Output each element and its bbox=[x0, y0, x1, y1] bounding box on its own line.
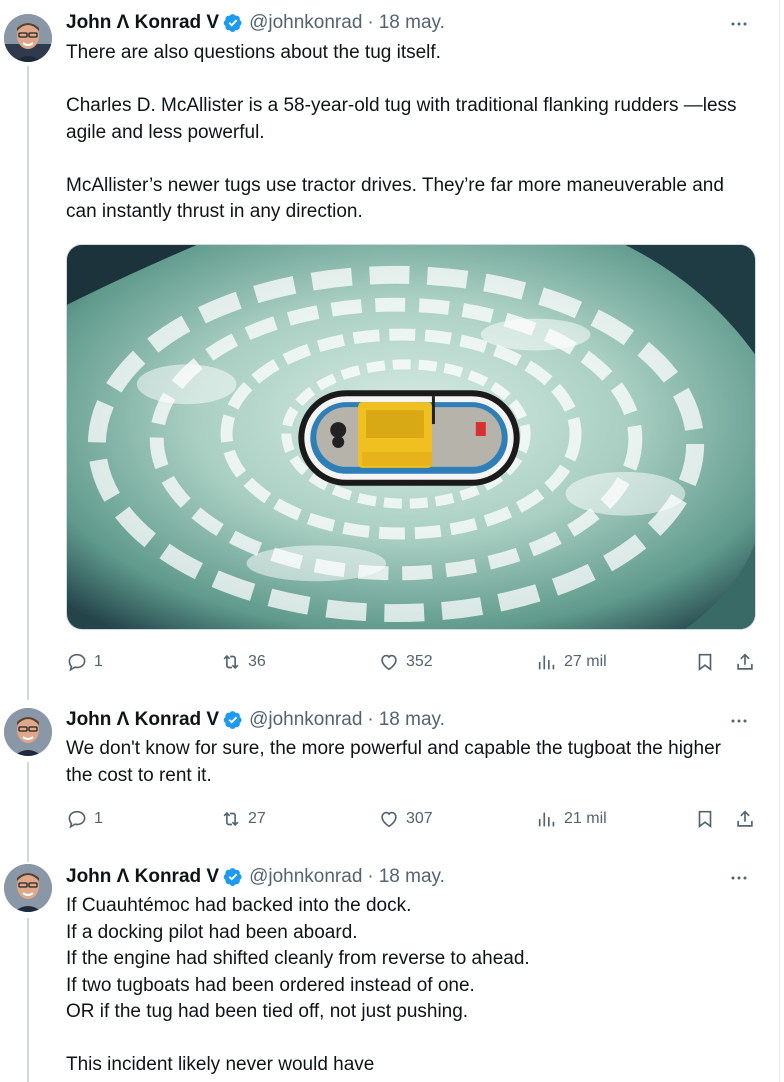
repost-count: 36 bbox=[248, 653, 266, 670]
tweet-paragraph: There are also questions about the tug i… bbox=[66, 42, 441, 63]
views-count: 21 mil bbox=[564, 810, 607, 827]
tweet-line: If a docking pilot had been aboard. bbox=[66, 921, 358, 943]
tweet-3[interactable]: John Λ Konrad V @johnkonrad · 18 may. If… bbox=[0, 852, 778, 1082]
reply-icon bbox=[68, 653, 86, 672]
repost-icon bbox=[223, 811, 239, 827]
views-button[interactable]: 21 mil bbox=[536, 807, 607, 831]
share-icon bbox=[737, 653, 753, 670]
thread-line bbox=[27, 66, 29, 700]
column-border bbox=[779, 0, 780, 1082]
tweet-header: John Λ Konrad V @johnkonrad · 18 may. bbox=[66, 11, 445, 35]
tweet-date[interactable]: 18 may. bbox=[379, 709, 445, 731]
author-name[interactable]: John Λ Konrad V bbox=[66, 709, 219, 731]
tweet-text: There are also questions about the tug i… bbox=[66, 40, 756, 226]
bookmark-button[interactable] bbox=[694, 650, 716, 674]
author-handle[interactable]: @johnkonrad bbox=[249, 12, 362, 34]
thread-line bbox=[27, 762, 29, 862]
avatar[interactable] bbox=[4, 708, 52, 756]
tweet-line: If the engine had shifted cleanly from r… bbox=[66, 948, 530, 969]
like-button[interactable]: 307 bbox=[378, 807, 433, 831]
reply-count: 1 bbox=[94, 653, 103, 670]
repost-button[interactable]: 36 bbox=[220, 650, 266, 674]
tweet-line: If Cuauhtémoc had backed into the dock. bbox=[66, 895, 412, 916]
views-chart-icon bbox=[538, 812, 555, 827]
reply-count: 1 bbox=[94, 810, 103, 827]
tweet-actions: 1 36 352 27 mil bbox=[66, 650, 756, 674]
tweet-line: This incident likely never would have bbox=[66, 1054, 375, 1075]
more-dots-icon[interactable] bbox=[728, 13, 750, 35]
verified-badge-icon bbox=[223, 867, 243, 887]
author-handle[interactable]: @johnkonrad bbox=[249, 866, 362, 888]
reply-button[interactable]: 1 bbox=[66, 650, 103, 674]
more-dots-icon[interactable] bbox=[728, 710, 750, 732]
tweet-image[interactable] bbox=[66, 244, 756, 630]
tweet-text: We don't know for sure, the more powerfu… bbox=[66, 736, 756, 789]
views-count: 27 mil bbox=[564, 653, 607, 670]
views-button[interactable]: 27 mil bbox=[536, 650, 607, 674]
tweet-2[interactable]: John Λ Konrad V @johnkonrad · 18 may. We… bbox=[0, 700, 778, 862]
tweet-text: If Cuauhtémoc had backed into the dock. … bbox=[66, 893, 756, 1079]
tweet-actions: 1 27 307 21 mil bbox=[66, 807, 756, 831]
tweet-paragraph: Charles D. McAllister is a 58-year-old t… bbox=[66, 95, 737, 143]
share-icon bbox=[737, 810, 753, 827]
tweet-paragraph: We don't know for sure, the more powerfu… bbox=[66, 738, 721, 786]
heart-icon bbox=[381, 811, 397, 828]
views-chart-icon bbox=[538, 655, 555, 670]
bookmark-icon bbox=[698, 653, 712, 671]
verified-badge-icon bbox=[223, 13, 243, 33]
tweet-line: OR if the tug had been tied off, not jus… bbox=[66, 1001, 469, 1022]
like-button[interactable]: 352 bbox=[378, 650, 433, 674]
author-handle[interactable]: @johnkonrad bbox=[249, 709, 362, 731]
tweet-header: John Λ Konrad V @johnkonrad · 18 may. bbox=[66, 865, 445, 889]
tweet-date[interactable]: 18 may. bbox=[379, 12, 445, 34]
tweet-paragraph: McAllister’s newer tugs use tractor driv… bbox=[66, 174, 724, 223]
tweet-date[interactable]: 18 may. bbox=[379, 866, 445, 888]
heart-icon bbox=[381, 654, 397, 671]
more-dots-icon[interactable] bbox=[728, 867, 750, 889]
tweet-line: If two tugboats had been ordered instead… bbox=[66, 974, 475, 996]
tweet-header: John Λ Konrad V @johnkonrad · 18 may. bbox=[66, 708, 445, 732]
separator-dot: · bbox=[367, 12, 374, 33]
bookmark-button[interactable] bbox=[694, 807, 716, 831]
like-count: 352 bbox=[406, 653, 433, 670]
bookmark-icon bbox=[698, 810, 712, 828]
author-name[interactable]: John Λ Konrad V bbox=[66, 866, 219, 888]
share-button[interactable] bbox=[734, 807, 756, 831]
repost-icon bbox=[223, 654, 239, 670]
repost-button[interactable]: 27 bbox=[220, 807, 266, 831]
reply-icon bbox=[68, 810, 86, 829]
share-button[interactable] bbox=[734, 650, 756, 674]
tugboat-aerial-photo bbox=[67, 245, 755, 629]
separator-dot: · bbox=[367, 866, 374, 887]
tweet-1[interactable]: John Λ Konrad V @johnkonrad · 18 may. Th… bbox=[0, 0, 778, 700]
reply-button[interactable]: 1 bbox=[66, 807, 103, 831]
author-name[interactable]: John Λ Konrad V bbox=[66, 12, 219, 34]
avatar[interactable] bbox=[4, 14, 52, 62]
thread-line bbox=[27, 918, 29, 1082]
like-count: 307 bbox=[406, 810, 433, 827]
separator-dot: · bbox=[367, 709, 374, 730]
avatar[interactable] bbox=[4, 864, 52, 912]
repost-count: 27 bbox=[248, 810, 266, 827]
verified-badge-icon bbox=[223, 710, 243, 730]
